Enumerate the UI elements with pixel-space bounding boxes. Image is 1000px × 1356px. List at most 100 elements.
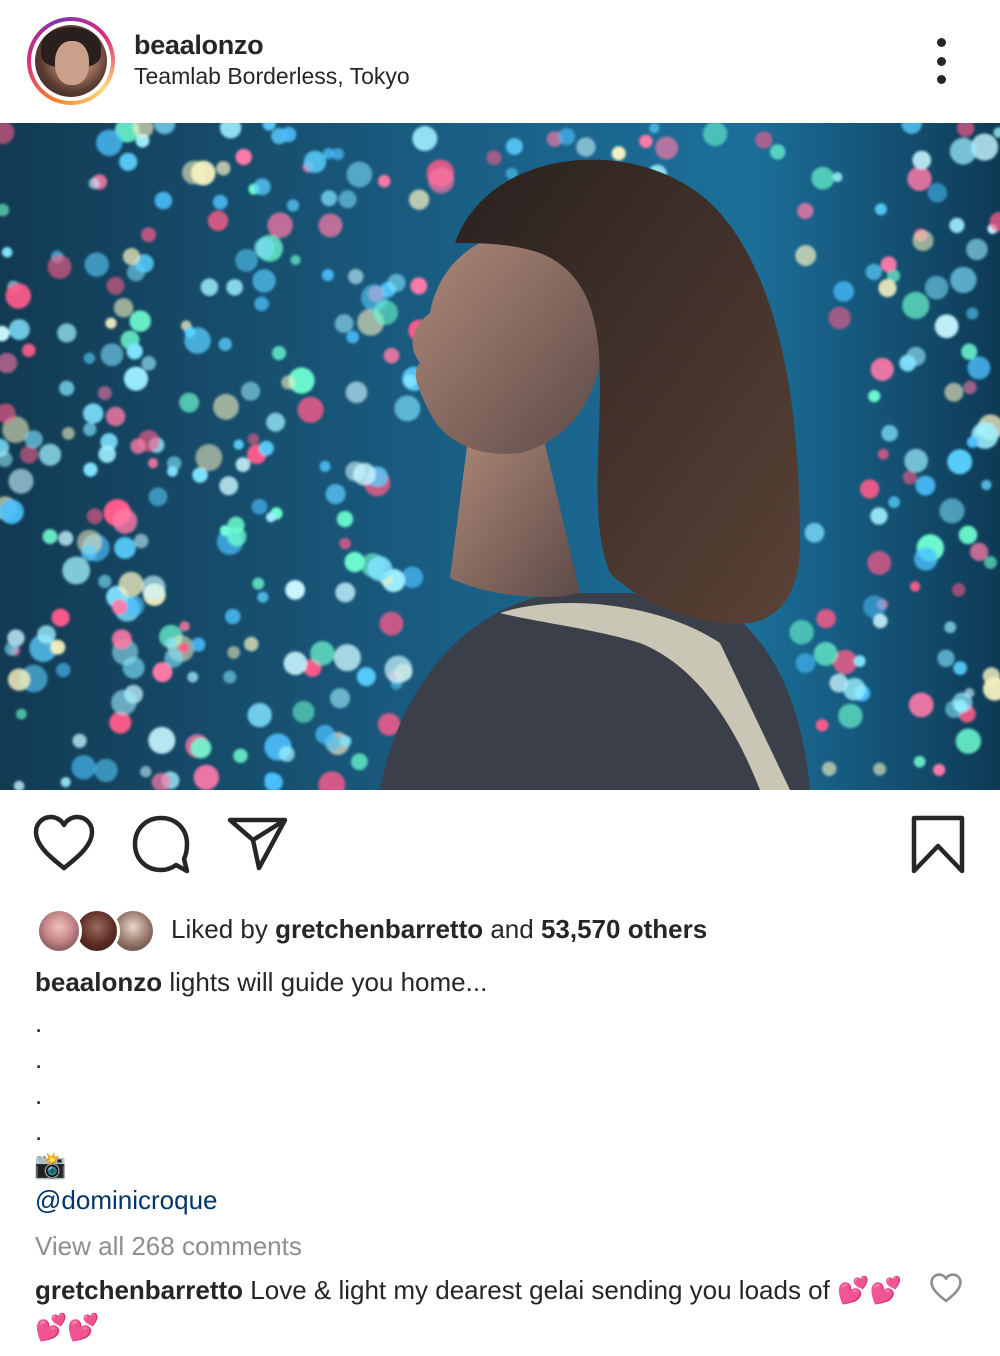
- bokeh-light: [57, 323, 77, 343]
- caption-username[interactable]: beaalonzo: [35, 967, 162, 997]
- bokeh-light: [193, 764, 219, 790]
- bokeh-light: [241, 381, 261, 401]
- bokeh-light: [62, 427, 75, 440]
- bokeh-light: [235, 148, 252, 166]
- bokeh-light: [111, 629, 132, 650]
- story-ring[interactable]: [27, 17, 115, 105]
- post-username[interactable]: beaalonzo: [134, 30, 264, 61]
- bokeh-light: [235, 249, 258, 272]
- post-actions: [0, 800, 1000, 890]
- bokeh-light: [123, 366, 149, 391]
- bokeh-light: [126, 343, 143, 360]
- bokeh-light: [902, 291, 930, 319]
- bokeh-light: [47, 254, 72, 279]
- bokeh-light: [813, 641, 838, 666]
- likes-count[interactable]: 53,570 others: [541, 914, 707, 944]
- bokeh-light: [966, 436, 979, 448]
- bokeh-light: [937, 649, 955, 667]
- bokeh-light: [190, 160, 216, 186]
- bokeh-light: [216, 161, 231, 176]
- bokeh-light: [0, 499, 24, 524]
- likes-text: Liked by gretchenbarretto and 53,570 oth…: [171, 914, 707, 945]
- bokeh-light: [873, 613, 888, 629]
- bokeh-light: [338, 190, 357, 209]
- bokeh-light: [83, 403, 104, 424]
- bokeh-light: [129, 310, 151, 332]
- bokeh-light: [105, 317, 117, 329]
- bokeh-light: [111, 599, 128, 615]
- bokeh-light: [346, 330, 360, 344]
- likes-middle: and: [483, 914, 541, 944]
- bokeh-light: [505, 138, 523, 155]
- bokeh-light: [310, 641, 335, 666]
- bokeh-light: [881, 424, 898, 442]
- bokeh-light: [106, 276, 125, 295]
- bokeh-light: [86, 508, 103, 525]
- bokeh-light: [486, 150, 502, 166]
- bokeh-light: [340, 735, 352, 747]
- bokeh-light: [265, 512, 276, 523]
- bokeh-light: [351, 753, 368, 771]
- bokeh-light: [576, 137, 596, 157]
- bokeh-light: [319, 460, 331, 472]
- view-all-comments[interactable]: View all 268 comments: [35, 1231, 302, 1262]
- bokeh-light: [179, 621, 190, 632]
- comment-like-button[interactable]: [930, 1273, 962, 1308]
- bokeh-light: [213, 393, 239, 420]
- liked-by-username[interactable]: gretchenbarretto: [275, 914, 483, 944]
- caption: beaalonzo lights will guide you home...: [35, 967, 487, 998]
- avatar-border: [31, 21, 111, 101]
- bokeh-light: [148, 726, 176, 754]
- bokeh-light: [60, 777, 71, 788]
- bokeh-light: [219, 476, 239, 496]
- bokeh-light: [933, 763, 946, 777]
- bokeh-light: [828, 306, 851, 330]
- bokeh-light: [982, 667, 1000, 685]
- bokeh-light: [122, 248, 141, 266]
- bokeh-light: [379, 611, 404, 636]
- bokeh-light: [111, 689, 137, 716]
- bokeh-light: [50, 639, 66, 655]
- bokeh-light: [346, 161, 373, 188]
- avatar: [35, 25, 107, 97]
- bokeh-light: [383, 347, 400, 364]
- bokeh-light: [148, 487, 168, 507]
- bokeh-light: [915, 475, 936, 496]
- caption-mention[interactable]: @dominicroque: [35, 1185, 217, 1216]
- bokeh-light: [909, 581, 921, 592]
- save-button[interactable]: [910, 814, 966, 881]
- bokeh-light: [870, 507, 888, 525]
- bokeh-light: [281, 375, 296, 390]
- bokeh-light: [22, 343, 36, 358]
- comment-username[interactable]: gretchenbarretto: [35, 1275, 243, 1305]
- bokeh-light: [377, 174, 391, 188]
- post-location[interactable]: Teamlab Borderless, Tokyo: [134, 63, 410, 90]
- bokeh-light: [141, 575, 166, 600]
- like-button[interactable]: [33, 814, 95, 877]
- bokeh-light: [119, 152, 138, 171]
- bokeh-light: [257, 591, 269, 603]
- comment-button[interactable]: [131, 814, 191, 881]
- bokeh-light: [339, 537, 351, 550]
- bokeh-light: [254, 237, 275, 259]
- bokeh-light: [122, 656, 145, 679]
- comment-item: gretchenbarretto Love & light my dearest…: [35, 1272, 905, 1346]
- bokeh-light: [961, 343, 978, 360]
- bokeh-light: [912, 150, 932, 170]
- bokeh-light: [212, 194, 228, 210]
- likes-summary[interactable]: Liked by gretchenbarretto and 53,570 oth…: [0, 902, 1000, 958]
- bokeh-light: [815, 718, 829, 732]
- likes-prefix: Liked by: [171, 914, 276, 944]
- share-button[interactable]: [227, 814, 289, 877]
- bokeh-light: [184, 327, 211, 354]
- bokeh-light: [141, 356, 156, 371]
- bokeh-light: [345, 381, 368, 404]
- bokeh-light: [42, 529, 58, 545]
- bokeh-light: [904, 448, 928, 473]
- heart-icon: [33, 814, 95, 871]
- camera-flash-emoji: 📸: [34, 1150, 67, 1180]
- more-options-button[interactable]: [926, 38, 956, 84]
- bokeh-light: [227, 646, 241, 659]
- post-photo[interactable]: [0, 123, 1000, 790]
- bokeh-light: [913, 755, 926, 768]
